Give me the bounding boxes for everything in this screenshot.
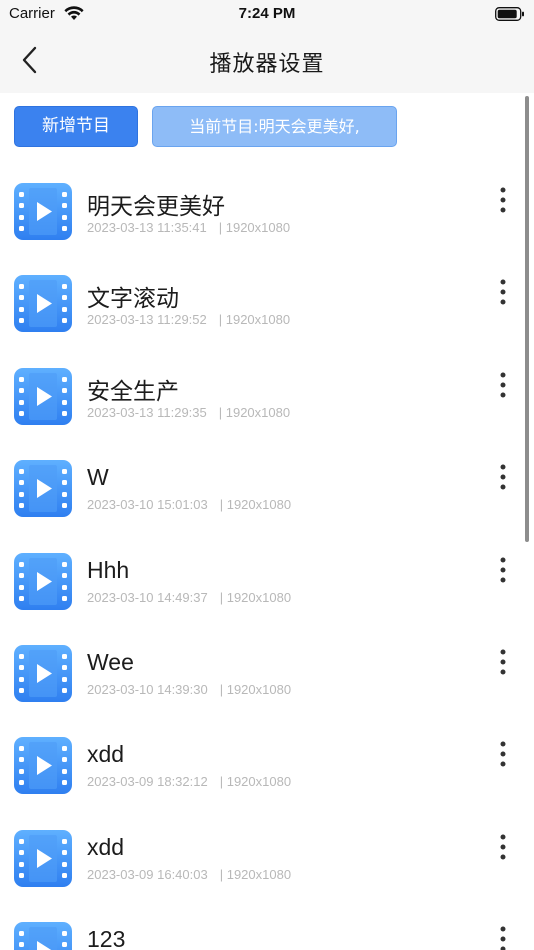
status-bar: Carrier 7:24 PM xyxy=(0,0,534,27)
more-vertical-icon xyxy=(500,372,506,398)
program-list-item[interactable]: 明天会更美好 2023-03-13 11:35:41 | 1920x1080 xyxy=(0,163,534,255)
video-file-icon xyxy=(14,460,72,518)
program-date: 2023-03-10 15:01:03 xyxy=(87,497,208,513)
more-options-button[interactable] xyxy=(491,647,515,679)
more-vertical-icon xyxy=(500,926,506,950)
program-resolution: | 1920x1080 xyxy=(219,774,292,790)
navigation-bar: 播放器设置 xyxy=(0,27,534,93)
more-vertical-icon xyxy=(500,279,506,305)
program-resolution: | 1920x1080 xyxy=(219,866,292,882)
program-meta: 2023-03-10 14:39:30 | 1920x1080 xyxy=(87,682,291,697)
video-file-icon xyxy=(14,737,72,795)
video-file-icon xyxy=(14,552,72,610)
video-file-icon xyxy=(14,922,72,950)
program-date: 2023-03-13 11:29:52 xyxy=(87,312,207,328)
scrollbar[interactable] xyxy=(525,96,529,542)
more-vertical-icon xyxy=(500,741,506,767)
more-options-button[interactable] xyxy=(491,555,515,587)
program-title: Hhh xyxy=(87,556,130,583)
status-time: 7:24 PM xyxy=(238,5,296,22)
more-options-button[interactable] xyxy=(491,462,515,494)
more-vertical-icon xyxy=(500,187,506,213)
program-date: 2023-03-09 18:32:12 xyxy=(87,774,208,790)
video-file-icon xyxy=(14,645,72,702)
more-vertical-icon xyxy=(500,557,506,583)
more-vertical-icon xyxy=(500,834,506,860)
current-program-button[interactable]: 当前节目:明天会更美好, xyxy=(152,106,397,147)
program-resolution: | 1920x1080 xyxy=(218,404,291,420)
program-date: 2023-03-10 14:39:30 xyxy=(87,682,208,697)
program-list-item[interactable]: Wee 2023-03-10 14:39:30 | 1920x1080 xyxy=(0,625,534,717)
battery-icon xyxy=(495,7,524,21)
program-list-item[interactable]: 文字滚动 2023-03-13 11:29:52 | 1920x1080 xyxy=(0,255,534,347)
page-title: 播放器设置 xyxy=(209,52,325,77)
program-title: 安全生产 xyxy=(87,377,179,404)
program-meta: 2023-03-10 14:49:37 | 1920x1080 xyxy=(87,590,291,605)
program-meta: 2023-03-10 15:01:03 | 1920x1080 xyxy=(87,497,291,512)
more-options-button[interactable] xyxy=(491,924,515,950)
action-bar: 新增节目 当前节目:明天会更美好, xyxy=(0,93,534,163)
program-meta: 2023-03-13 11:29:52 | 1920x1080 xyxy=(87,312,290,327)
program-date: 2023-03-10 14:49:37 xyxy=(87,589,208,605)
more-options-button[interactable] xyxy=(491,185,515,217)
program-title: xdd xyxy=(87,741,125,768)
program-resolution: | 1920x1080 xyxy=(219,589,292,605)
program-date: 2023-03-09 16:40:03 xyxy=(87,866,208,882)
program-title: xdd xyxy=(87,833,125,860)
program-title: Wee xyxy=(87,649,134,675)
program-resolution: | 1920x1080 xyxy=(218,312,291,328)
more-options-button[interactable] xyxy=(491,739,515,771)
screen: Carrier 7:24 PM 播放器设置 新增节目 当前节目:明天会更美好, xyxy=(0,0,534,950)
program-meta: 2023-03-13 11:35:41 | 1920x1080 xyxy=(87,220,290,235)
video-file-icon xyxy=(14,275,72,333)
program-meta: 2023-03-13 11:29:35 | 1920x1080 xyxy=(87,405,290,420)
program-date: 2023-03-13 11:29:35 xyxy=(87,404,207,420)
program-meta: 2023-03-09 16:40:03 | 1920x1080 xyxy=(87,867,291,882)
video-file-icon xyxy=(14,829,72,887)
program-meta: 2023-03-09 18:32:12 | 1920x1080 xyxy=(87,774,291,789)
program-list-item[interactable]: xdd 2023-03-09 18:32:12 | 1920x1080 xyxy=(0,717,534,809)
more-options-button[interactable] xyxy=(491,277,515,309)
program-resolution: | 1920x1080 xyxy=(219,682,292,697)
more-vertical-icon xyxy=(500,464,506,490)
program-list-item[interactable]: 123 xyxy=(0,902,534,950)
program-title: 文字滚动 xyxy=(87,285,179,312)
more-options-button[interactable] xyxy=(491,370,515,402)
program-title: W xyxy=(87,464,109,491)
add-program-button[interactable]: 新增节目 xyxy=(14,106,138,147)
more-vertical-icon xyxy=(500,649,506,675)
program-list: 明天会更美好 2023-03-13 11:35:41 | 1920x1080 文… xyxy=(0,163,534,950)
program-resolution: | 1920x1080 xyxy=(219,497,292,513)
program-title: 123 xyxy=(87,926,126,950)
video-file-icon xyxy=(14,367,72,425)
program-list-item[interactable]: W 2023-03-10 15:01:03 | 1920x1080 xyxy=(0,440,534,532)
program-list-item[interactable]: Hhh 2023-03-10 14:49:37 | 1920x1080 xyxy=(0,533,534,625)
program-list-item[interactable]: 安全生产 2023-03-13 11:29:35 | 1920x1080 xyxy=(0,348,534,440)
program-date: 2023-03-13 11:35:41 xyxy=(87,220,207,235)
program-resolution: | 1920x1080 xyxy=(218,220,291,235)
video-file-icon xyxy=(14,183,72,240)
program-title: 明天会更美好 xyxy=(87,193,225,219)
program-list-item[interactable]: xdd 2023-03-09 16:40:03 | 1920x1080 xyxy=(0,810,534,902)
more-options-button[interactable] xyxy=(491,832,515,864)
